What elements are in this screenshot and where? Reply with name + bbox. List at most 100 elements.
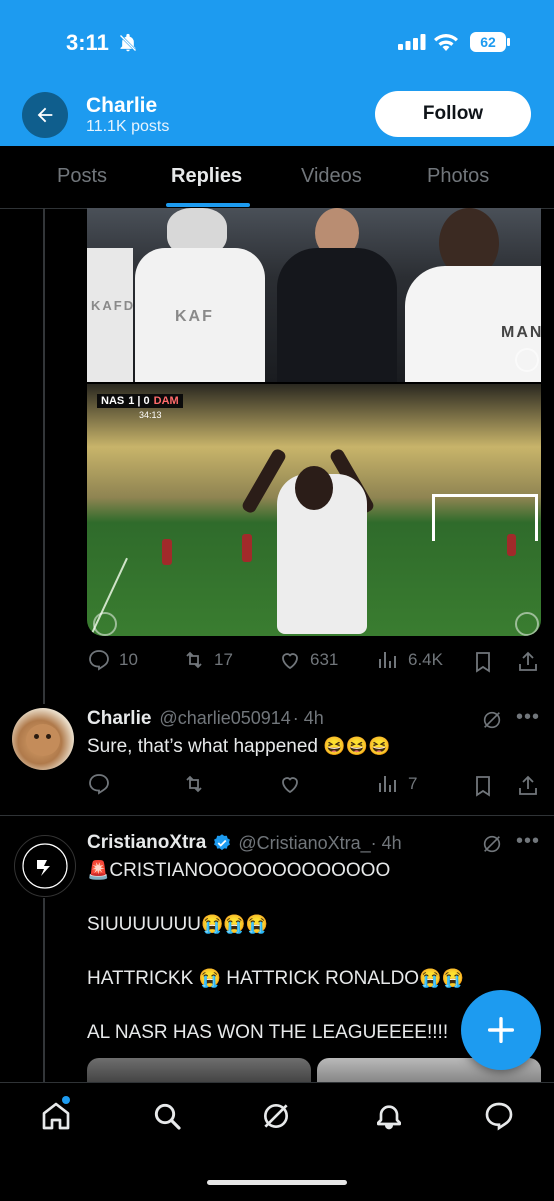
- posts-count: 11.1K posts: [86, 118, 170, 135]
- bookmark-icon[interactable]: [471, 650, 495, 674]
- post-text-line: AL NASR HAS WON THE LEAGUEEEE!!!!: [87, 1022, 448, 1044]
- back-button[interactable]: [22, 92, 68, 138]
- views-count: 7: [408, 774, 418, 793]
- tab-replies[interactable]: Replies: [171, 165, 242, 188]
- post-body: SIUUUUUUU: [87, 914, 201, 935]
- grok-icon[interactable]: [481, 709, 503, 731]
- player-figure: [87, 248, 133, 382]
- player-figure: [162, 539, 172, 565]
- post-divider: [0, 815, 554, 816]
- repost-count: 17: [214, 650, 233, 669]
- repost-icon: [186, 775, 202, 793]
- post-media[interactable]: KAF KAFD MAN NAS 1 | 0 DAM 34:13: [87, 208, 541, 636]
- post-text-line: HATTRICKK 😭 HATTRICK RONALDO😭😭: [87, 968, 464, 990]
- watermark-icon: [93, 612, 117, 636]
- tab-photos[interactable]: Photos: [427, 165, 489, 188]
- emoji-laughing: 😆😆😆: [323, 736, 391, 756]
- watermark-icon: [515, 612, 539, 636]
- goal-frame: [432, 494, 538, 541]
- plus-icon: [487, 1016, 515, 1044]
- score-home: NAS: [101, 395, 125, 407]
- repost-icon: [186, 651, 202, 669]
- avatar[interactable]: [14, 835, 76, 897]
- home-indicator: [207, 1180, 347, 1185]
- emoji-crying: 😭😭😭: [201, 914, 269, 934]
- bell-off-icon: [119, 33, 137, 52]
- follow-button[interactable]: Follow: [375, 91, 531, 137]
- cr-logo-icon: [22, 843, 68, 889]
- like-count: 631: [310, 650, 339, 669]
- jersey-text: MAN: [501, 324, 541, 341]
- share-icon[interactable]: [516, 650, 540, 674]
- media-image-top[interactable]: KAF KAFD MAN: [87, 208, 541, 382]
- post-time: · 4h: [292, 708, 324, 728]
- messages-icon[interactable]: [483, 1100, 515, 1132]
- post-text: Sure, that’s what happened 😆😆😆: [87, 736, 391, 758]
- grok-icon[interactable]: [260, 1100, 292, 1132]
- player-figure: KAF: [135, 248, 265, 382]
- player-figure: [242, 534, 252, 562]
- wifi-icon: [434, 34, 458, 51]
- post-text-line: 🚨CRISTIANOOOOOOOOOOOOO: [87, 860, 390, 882]
- signal-icon: [398, 34, 426, 50]
- reply-button[interactable]: [87, 772, 111, 796]
- search-icon[interactable]: [151, 1100, 183, 1132]
- share-icon[interactable]: [516, 774, 540, 798]
- tab-videos[interactable]: Videos: [301, 165, 362, 188]
- more-options-icon[interactable]: •••: [516, 830, 540, 853]
- player-figure: [295, 466, 333, 510]
- thread-line: [43, 898, 45, 1082]
- reply-icon: [89, 650, 109, 671]
- media-image-bottom[interactable]: NAS 1 | 0 DAM 34:13: [87, 384, 541, 636]
- post-body: CRISTIANOOOOOOOOOOOOO: [109, 860, 391, 881]
- views-button[interactable]: 6.4K: [376, 648, 443, 672]
- reply-button[interactable]: 10: [87, 648, 138, 672]
- avatar[interactable]: [12, 708, 74, 770]
- jersey-text: KAF: [175, 308, 214, 325]
- emoji-crying: 😭😭: [419, 968, 464, 988]
- thread-line: [43, 208, 45, 704]
- avatar-eye: [46, 734, 51, 739]
- bell-icon[interactable]: [373, 1100, 405, 1132]
- author-name[interactable]: Charlie: [87, 708, 151, 730]
- tab-posts[interactable]: Posts: [57, 165, 107, 188]
- post-header: Charlie @charlie050914 · 4h: [87, 708, 324, 730]
- score-away: DAM: [153, 395, 179, 407]
- coach-figure: [277, 248, 397, 382]
- jersey-text: KAFD: [91, 298, 136, 313]
- views-count: 6.4K: [408, 650, 443, 669]
- repost-button[interactable]: [182, 772, 206, 796]
- more-options-icon[interactable]: •••: [516, 706, 540, 729]
- reply-count: 10: [119, 650, 138, 669]
- views-icon: [379, 652, 396, 668]
- author-name[interactable]: CristianoXtra: [87, 832, 206, 854]
- heart-icon: [282, 777, 298, 794]
- heart-icon: [282, 653, 298, 670]
- home-icon[interactable]: [40, 1100, 72, 1132]
- reply-icon: [89, 774, 109, 795]
- post-body: HATTRICKK: [87, 968, 194, 989]
- post-body: HATTRICK RONALDO: [226, 968, 420, 989]
- author-handle[interactable]: @charlie050914: [159, 708, 290, 729]
- like-button[interactable]: 631: [278, 648, 338, 672]
- status-time: 3:11: [66, 30, 109, 55]
- grok-icon[interactable]: [481, 833, 503, 855]
- verified-badge-icon: [214, 834, 231, 851]
- arrow-left-icon: [37, 107, 53, 123]
- battery-cap: [507, 38, 510, 46]
- like-button[interactable]: [278, 772, 302, 796]
- profile-name: Charlie: [86, 94, 158, 117]
- avatar-eye: [34, 734, 39, 739]
- compose-button[interactable]: [461, 990, 541, 1070]
- repost-button[interactable]: 17: [182, 648, 233, 672]
- author-handle[interactable]: @CristianoXtra_: [238, 833, 370, 854]
- views-button[interactable]: 7: [376, 772, 417, 796]
- bookmark-icon[interactable]: [471, 774, 495, 798]
- emoji-siren: 🚨: [87, 860, 110, 880]
- post-header: CristianoXtra @CristianoXtra_ · 4h: [87, 832, 402, 854]
- post-time: · 4h: [370, 832, 402, 853]
- scoreboard: NAS 1 | 0 DAM: [97, 394, 183, 408]
- watermark-icon: [515, 348, 539, 372]
- post-body: Sure, that’s what happened: [87, 736, 318, 757]
- views-icon: [379, 776, 396, 792]
